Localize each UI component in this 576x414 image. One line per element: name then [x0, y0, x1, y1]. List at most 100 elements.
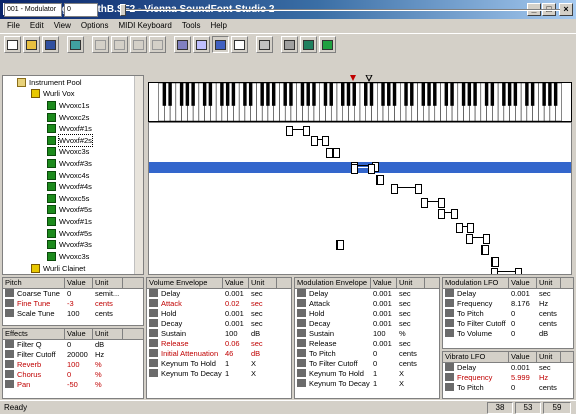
black-key[interactable]: [312, 83, 316, 106]
tree-instrument-item[interactable]: Wvoxc3s: [47, 146, 89, 157]
column-header-label[interactable]: Volume Envelope: [147, 278, 223, 288]
tree-instrument-item[interactable]: Wvoxc5s: [47, 193, 89, 204]
parameter-value[interactable]: 0.001: [371, 309, 397, 319]
black-key[interactable]: [323, 83, 328, 106]
parameter-row[interactable]: Coarse Tune 0 semit...: [3, 289, 143, 299]
key-range-zone[interactable]: [326, 148, 340, 158]
parameter-row[interactable]: To Filter Cutoff 0 cents: [443, 319, 573, 329]
parameter-row[interactable]: Frequency 5.999 Hz: [443, 373, 573, 383]
key-range-zone[interactable]: [421, 198, 445, 208]
parameter-value[interactable]: 0.001: [223, 289, 249, 299]
parameter-value[interactable]: 1: [223, 359, 249, 369]
parameter-row[interactable]: Attack 0.02 sec: [147, 299, 291, 309]
parameter-value[interactable]: 0.001: [223, 319, 249, 329]
parameter-row[interactable]: Delay 0.001 sec: [147, 289, 291, 299]
black-key[interactable]: [392, 83, 397, 106]
cut-button[interactable]: [92, 36, 109, 53]
parameter-value[interactable]: -3: [65, 299, 93, 309]
parameter-value[interactable]: 0.001: [223, 309, 249, 319]
parameter-row[interactable]: Delay 0.001 sec: [443, 289, 573, 299]
menu-view[interactable]: View: [49, 19, 76, 33]
parameter-value[interactable]: 0.001: [509, 289, 537, 299]
save-button[interactable]: [42, 36, 59, 53]
column-header-unit[interactable]: Unit: [537, 352, 561, 362]
tree-instrument-item[interactable]: Wvoxc3s: [47, 251, 89, 262]
parameter-value[interactable]: 8.176: [509, 299, 537, 309]
black-key[interactable]: [553, 83, 558, 106]
new-file-button[interactable]: [4, 36, 21, 53]
column-header-label[interactable]: Modulation LFO: [443, 278, 509, 288]
black-key[interactable]: [542, 83, 546, 106]
modulator-select[interactable]: 001 - Modulator: [4, 3, 62, 17]
black-key[interactable]: [507, 83, 512, 106]
black-key[interactable]: [306, 83, 310, 106]
key-range-zone[interactable]: [376, 175, 384, 185]
key-range-zone[interactable]: [311, 136, 329, 146]
black-key[interactable]: [427, 83, 431, 106]
parameter-value[interactable]: 0: [371, 359, 397, 369]
tree-instrument-item[interactable]: Wvoxc4s: [47, 170, 89, 181]
tree-instrument-item[interactable]: Wvoxf#1s: [47, 123, 92, 134]
parameter-row[interactable]: To Filter Cutoff 0 cents: [295, 359, 439, 369]
parameter-value[interactable]: 100: [371, 329, 397, 339]
black-key[interactable]: [421, 83, 426, 106]
parameter-value[interactable]: 100: [223, 329, 249, 339]
column-header-unit[interactable]: Unit: [93, 278, 123, 288]
menu-help[interactable]: Help: [206, 19, 232, 33]
parameter-value[interactable]: 0.06: [223, 339, 249, 349]
column-header-unit[interactable]: Unit: [249, 278, 277, 288]
black-key[interactable]: [191, 83, 195, 106]
black-key[interactable]: [502, 83, 506, 106]
tree-preset-node[interactable]: Wurli Clainet: [31, 263, 85, 274]
column-header-label[interactable]: Vibrato LFO: [443, 352, 509, 362]
black-key[interactable]: [289, 83, 293, 106]
menu-tools[interactable]: Tools: [177, 19, 206, 33]
black-key[interactable]: [231, 83, 236, 106]
black-key[interactable]: [444, 83, 449, 106]
black-key[interactable]: [248, 83, 253, 106]
parameter-row[interactable]: Reverb 100%: [3, 360, 143, 370]
black-key[interactable]: [271, 83, 276, 106]
menu-options[interactable]: Options: [76, 19, 114, 33]
black-key[interactable]: [341, 83, 345, 106]
black-key[interactable]: [513, 83, 518, 106]
paste-button[interactable]: [130, 36, 147, 53]
black-key[interactable]: [484, 83, 489, 106]
parameter-value[interactable]: 1: [371, 369, 397, 379]
parameter-value[interactable]: 0.02: [223, 299, 249, 309]
black-key[interactable]: [467, 83, 472, 106]
tree-instrument-item[interactable]: Wvoxf#3s: [47, 158, 92, 169]
parameter-row[interactable]: Pan -50%: [3, 380, 143, 390]
tree-instrument-item[interactable]: Wvoxc1s: [47, 100, 89, 111]
parameter-row[interactable]: Scale Tune 100 cents: [3, 309, 143, 319]
parameter-value[interactable]: 0: [509, 309, 537, 319]
parameter-row[interactable]: Filter Cutoff 20000 Hz: [3, 350, 143, 360]
modulator-slider-track[interactable]: [120, 9, 560, 11]
parameter-value[interactable]: 0.001: [371, 319, 397, 329]
parameter-row[interactable]: Delay 0.001 sec: [295, 289, 439, 299]
black-key[interactable]: [525, 83, 529, 106]
menu-edit[interactable]: Edit: [25, 19, 49, 33]
parameter-value[interactable]: 0: [509, 383, 537, 393]
parameter-row[interactable]: Keynum To Decay 1 X: [295, 379, 439, 389]
key-range-zone[interactable]: [391, 184, 422, 194]
tree-instrument-item[interactable]: Wvoxf#5s: [47, 228, 92, 239]
black-key[interactable]: [208, 83, 213, 106]
parameter-row[interactable]: Frequency 8.176 Hz: [443, 299, 573, 309]
column-header-value[interactable]: Value: [371, 278, 397, 288]
column-header-value[interactable]: Value: [509, 278, 537, 288]
black-key[interactable]: [352, 83, 356, 106]
parameter-value[interactable]: 0: [65, 340, 93, 350]
parameter-value[interactable]: 0.001: [371, 299, 397, 309]
black-key[interactable]: [283, 83, 287, 106]
black-key[interactable]: [548, 83, 552, 106]
parameter-row[interactable]: Keynum To Hold 1 X: [147, 359, 291, 369]
open-file-button[interactable]: [23, 36, 40, 53]
key-range-zone[interactable]: [456, 223, 474, 233]
black-key[interactable]: [490, 83, 495, 106]
tree-instrument-item[interactable]: Wvoxf#4s: [47, 181, 92, 192]
tree-instrument-item[interactable]: Wvoxc2s: [47, 112, 89, 123]
key-range-zone[interactable]: [466, 234, 490, 244]
parameter-value[interactable]: 100: [65, 360, 93, 370]
black-key[interactable]: [168, 83, 172, 106]
